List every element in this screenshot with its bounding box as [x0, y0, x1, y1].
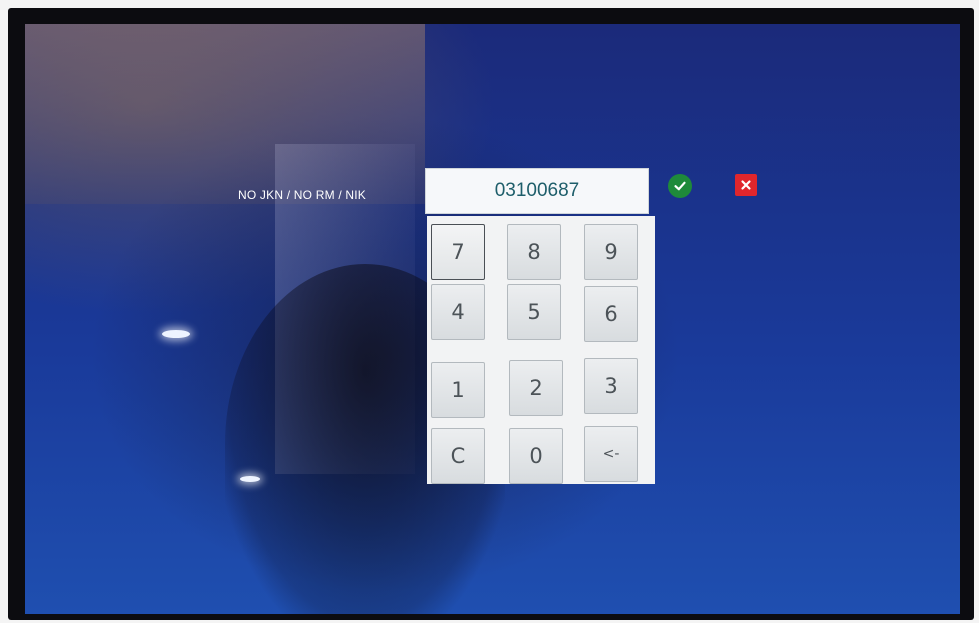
check-icon [674, 181, 686, 191]
id-number-value: 03100687 [494, 180, 580, 201]
key-9[interactable]: 9 [584, 224, 638, 280]
id-prompt-label: NO JKN / NO RM / NIK [238, 188, 367, 202]
background-light [162, 330, 190, 338]
close-icon [741, 180, 751, 190]
key-clear[interactable]: C [431, 428, 485, 484]
key-7[interactable]: 7 [431, 224, 485, 280]
numeric-keypad: 7 8 9 4 5 6 1 2 3 C 0 <- [427, 216, 655, 484]
key-backspace[interactable]: <- [584, 426, 638, 482]
background-light [240, 476, 260, 482]
key-2[interactable]: 2 [509, 360, 563, 416]
key-6[interactable]: 6 [584, 286, 638, 342]
key-1[interactable]: 1 [431, 362, 485, 418]
key-8[interactable]: 8 [507, 224, 561, 280]
key-4[interactable]: 4 [431, 284, 485, 340]
id-number-input[interactable]: 03100687 [425, 168, 649, 214]
key-3[interactable]: 3 [584, 358, 638, 414]
confirm-button[interactable] [668, 174, 692, 198]
key-5[interactable]: 5 [507, 284, 561, 340]
cancel-button[interactable] [735, 174, 757, 196]
key-0[interactable]: 0 [509, 428, 563, 484]
